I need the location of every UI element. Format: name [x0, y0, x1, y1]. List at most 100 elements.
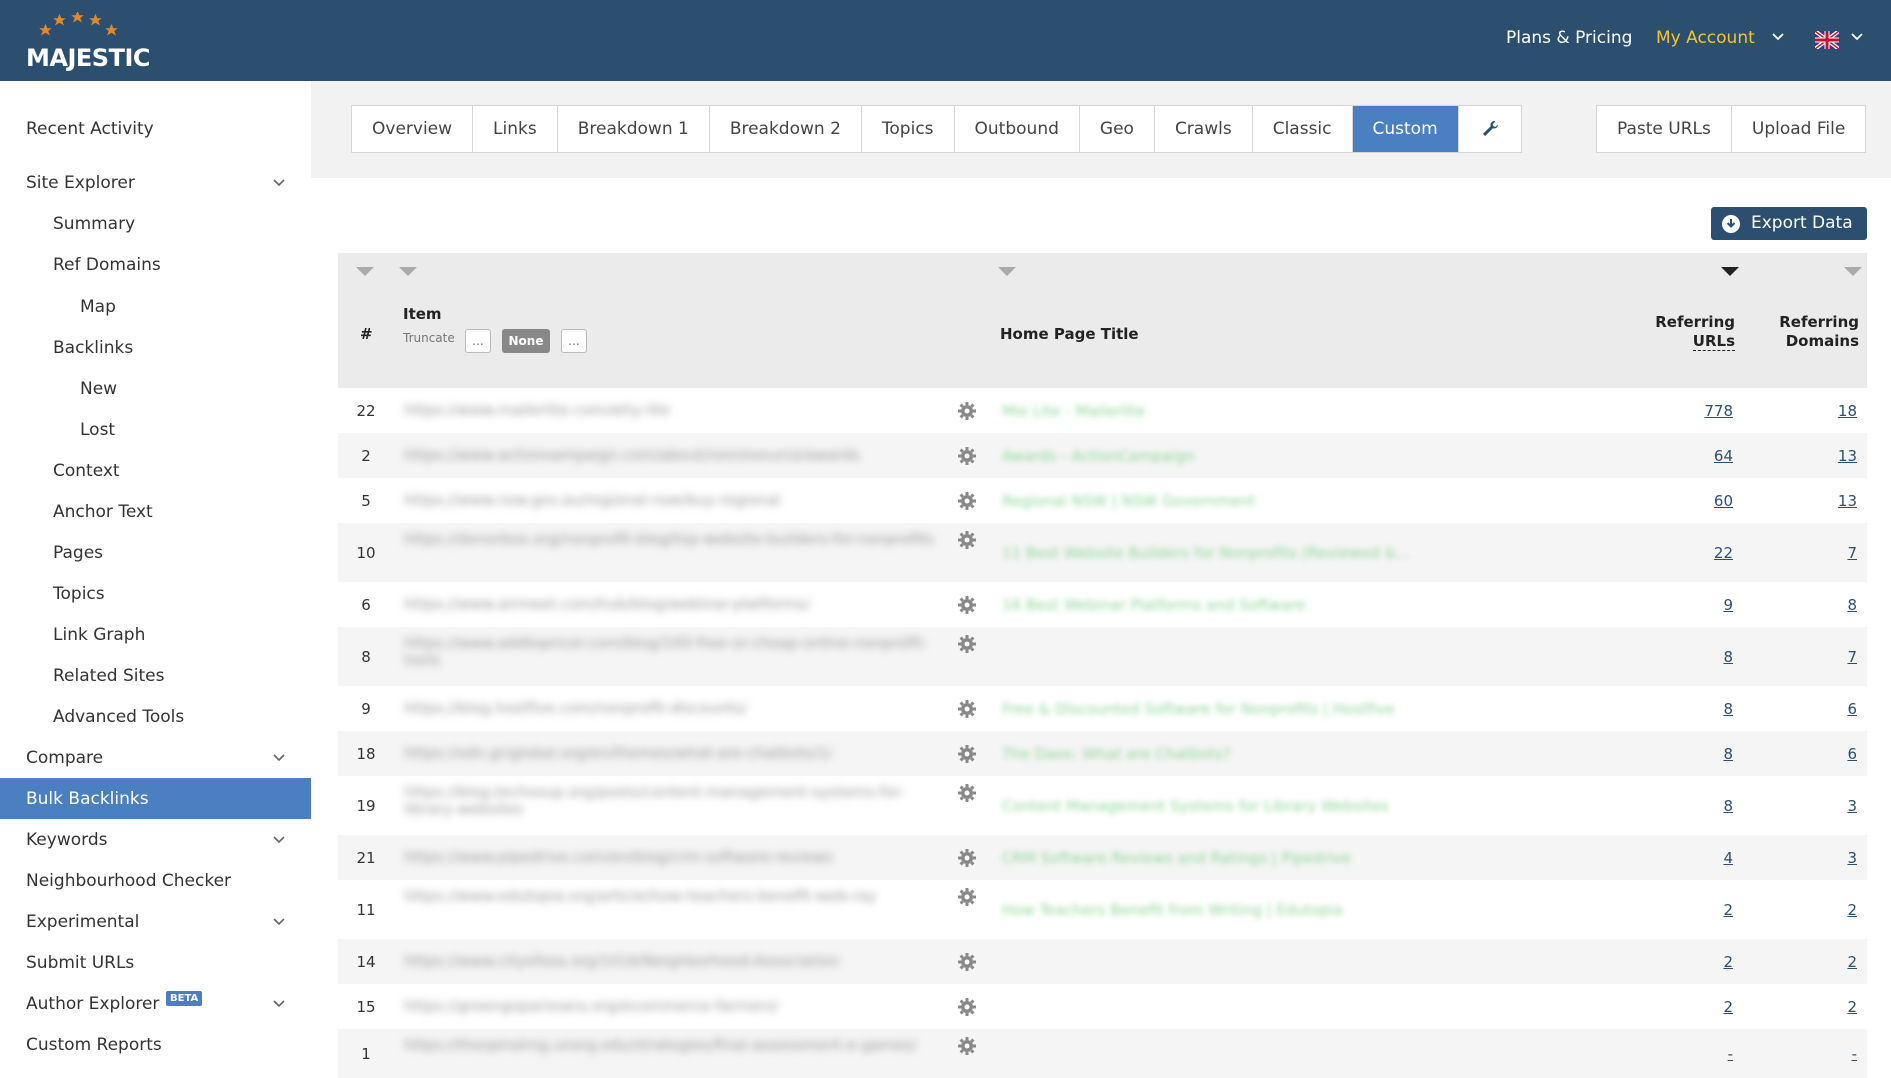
tab-custom[interactable]: Custom [1352, 106, 1459, 152]
row-referring-domains[interactable]: 8 [1847, 596, 1857, 614]
sidebar-item-new[interactable]: New [0, 368, 311, 409]
sort-arrow-icon[interactable] [1844, 267, 1862, 276]
row-item-url[interactable]: https://www.mailerlite.com/why-lite [404, 402, 949, 421]
col-header-referring-urls[interactable]: Referring URLs [1655, 313, 1735, 351]
gear-icon[interactable] [958, 402, 976, 420]
row-item-url[interactable]: https://blog.hostfive.com/nonprofit-disc… [404, 700, 949, 719]
row-item-url[interactable]: https://sdn.gr/global.org/en/themes/what… [404, 745, 949, 764]
sidebar-item-summary[interactable]: Summary [0, 203, 311, 244]
row-referring-urls[interactable]: 2 [1723, 901, 1733, 919]
row-item-url[interactable]: https://thespiralrng.unorg.edu/strategie… [404, 1037, 949, 1073]
sidebar-item-neighbourhood-checker[interactable]: Neighbourhood Checker [0, 860, 311, 901]
uk-flag-icon[interactable] [1815, 31, 1839, 49]
gear-icon[interactable] [958, 849, 976, 867]
tab-outbound[interactable]: Outbound [954, 106, 1080, 152]
row-referring-domains[interactable]: 2 [1847, 998, 1857, 1016]
row-referring-urls[interactable]: 4 [1723, 849, 1733, 867]
tab-classic[interactable]: Classic [1252, 106, 1353, 152]
row-referring-domains[interactable]: 3 [1847, 849, 1857, 867]
tab-breakdown-1[interactable]: Breakdown 1 [557, 106, 710, 152]
tab-topics[interactable]: Topics [861, 106, 955, 152]
col-header-home-page-title[interactable]: Home Page Title [1000, 325, 1139, 343]
plans-pricing-link[interactable]: Plans & Pricing [1506, 28, 1632, 48]
row-item-url[interactable]: https://www.cityofsea.org/1016/Neighborh… [404, 953, 949, 972]
row-referring-urls[interactable]: 8 [1723, 797, 1733, 815]
truncate-right-button[interactable]: ... [561, 329, 587, 353]
sort-arrow-icon[interactable] [399, 267, 417, 276]
sidebar-item-pages[interactable]: Pages [0, 532, 311, 573]
row-referring-urls[interactable]: 8 [1723, 700, 1733, 718]
row-item-url[interactable]: https://www.edutopia.org/article/how-tea… [404, 888, 949, 924]
sidebar-item-experimental[interactable]: Experimental [0, 901, 311, 942]
row-referring-urls[interactable]: 2 [1723, 998, 1733, 1016]
tab-overview[interactable]: Overview [352, 106, 474, 152]
row-item-url[interactable]: https://donorbox.org/nonprofit-blog/top-… [404, 531, 949, 567]
gear-icon[interactable] [958, 1037, 976, 1055]
sidebar-item-keywords[interactable]: Keywords [0, 819, 311, 860]
truncate-none-button[interactable]: None [502, 329, 550, 353]
row-referring-urls[interactable]: 8 [1723, 745, 1733, 763]
tab-crawls[interactable]: Crawls [1154, 106, 1253, 152]
sidebar-item-lost[interactable]: Lost [0, 409, 311, 450]
gear-icon[interactable] [958, 888, 976, 906]
truncate-left-button[interactable]: ... [465, 329, 491, 353]
row-referring-urls[interactable]: 64 [1714, 447, 1733, 465]
paste-urls-button[interactable]: Paste URLs [1597, 106, 1732, 152]
sidebar-item-custom-reports[interactable]: Custom Reports [0, 1024, 311, 1065]
row-referring-domains[interactable]: 13 [1838, 492, 1857, 510]
tab-links[interactable]: Links [473, 106, 558, 152]
row-referring-domains[interactable]: - [1852, 1045, 1857, 1063]
row-item-url[interactable]: https://greengoparisians.org/ecommerce-f… [404, 998, 949, 1017]
row-referring-domains[interactable]: 6 [1847, 745, 1857, 763]
chevron-down-icon[interactable] [1771, 30, 1785, 44]
gear-icon[interactable] [958, 531, 976, 549]
row-referring-domains[interactable]: 3 [1847, 797, 1857, 815]
tab-geo[interactable]: Geo [1079, 106, 1155, 152]
gear-icon[interactable] [958, 596, 976, 614]
sidebar-item-context[interactable]: Context [0, 450, 311, 491]
row-referring-urls[interactable]: 8 [1723, 648, 1733, 666]
row-referring-domains[interactable]: 7 [1847, 648, 1857, 666]
row-item-url[interactable]: https://www.addtopricer.com/blog/100-fre… [404, 635, 949, 671]
sidebar-item-site-explorer[interactable]: Site Explorer [0, 162, 311, 203]
row-referring-urls[interactable]: 778 [1704, 402, 1733, 420]
sidebar-item-advanced-tools[interactable]: Advanced Tools [0, 696, 311, 737]
sidebar-item-bulk-backlinks[interactable]: Bulk Backlinks [0, 778, 311, 819]
row-referring-urls[interactable]: 22 [1714, 544, 1733, 562]
language-chevron-icon[interactable] [1850, 30, 1864, 44]
gear-icon[interactable] [958, 953, 976, 971]
gear-icon[interactable] [958, 492, 976, 510]
col-header-item[interactable]: Item [403, 305, 442, 323]
row-referring-domains[interactable]: 6 [1847, 700, 1857, 718]
gear-icon[interactable] [958, 635, 976, 653]
my-account-link[interactable]: My Account [1656, 28, 1755, 48]
sort-arrow-icon[interactable] [356, 267, 374, 276]
sidebar-item-related-sites[interactable]: Related Sites [0, 655, 311, 696]
sort-arrow-active-icon[interactable] [1721, 267, 1739, 276]
tab-settings[interactable] [1458, 106, 1521, 152]
gear-icon[interactable] [958, 784, 976, 802]
sidebar-item-ref-domains[interactable]: Ref Domains [0, 244, 311, 285]
row-referring-urls[interactable]: - [1728, 1045, 1733, 1063]
gear-icon[interactable] [958, 998, 976, 1016]
gear-icon[interactable] [958, 447, 976, 465]
export-data-button[interactable]: Export Data [1711, 207, 1867, 240]
sidebar-item-map[interactable]: Map [0, 286, 311, 327]
upload-file-button[interactable]: Upload File [1731, 106, 1866, 152]
row-item-url[interactable]: https://blog.techsoup.org/posts/content-… [404, 784, 949, 820]
sidebar-item-backlinks[interactable]: Backlinks [0, 327, 311, 368]
sidebar-item-link-graph[interactable]: Link Graph [0, 614, 311, 655]
row-referring-urls[interactable]: 9 [1723, 596, 1733, 614]
gear-icon[interactable] [958, 745, 976, 763]
row-item-url[interactable]: https://www.nsw.gov.au/regional-nsw/buy-… [404, 492, 949, 511]
sidebar-item-topics[interactable]: Topics [0, 573, 311, 614]
row-referring-domains[interactable]: 2 [1847, 953, 1857, 971]
majestic-logo[interactable]: MAJESTIC [26, 12, 166, 72]
gear-icon[interactable] [958, 700, 976, 718]
tab-breakdown-2[interactable]: Breakdown 2 [709, 106, 862, 152]
sidebar-item-submit-urls[interactable]: Submit URLs [0, 942, 311, 983]
row-referring-domains[interactable]: 7 [1847, 544, 1857, 562]
row-item-url[interactable]: https://www.airmeet.com/hub/blog/webinar… [404, 596, 949, 615]
sort-arrow-icon[interactable] [998, 267, 1016, 276]
row-referring-urls[interactable]: 2 [1723, 953, 1733, 971]
